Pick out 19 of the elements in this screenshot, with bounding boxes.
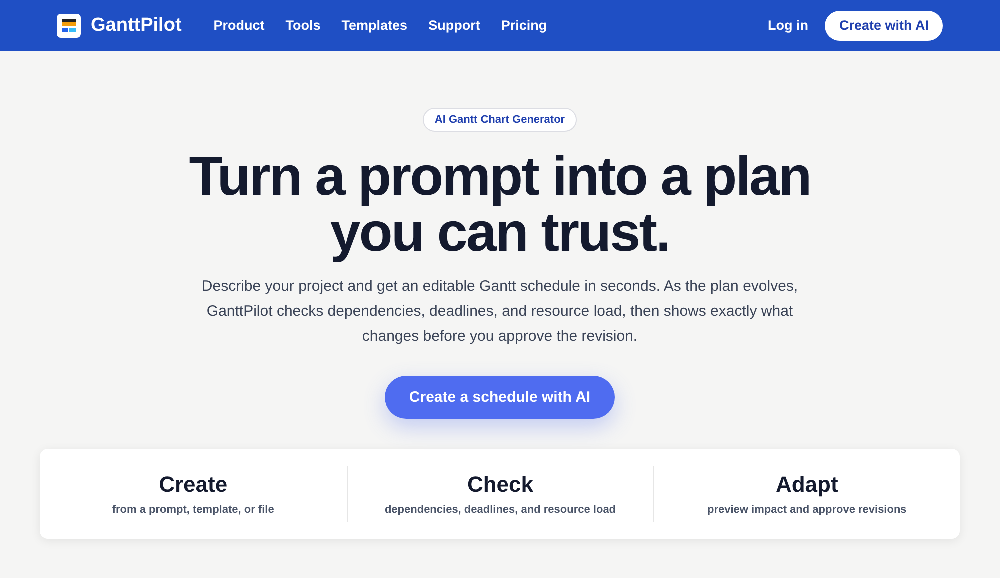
feature-subtitle: dependencies, deadlines, and resource load <box>384 504 616 516</box>
feature-subtitle: preview impact and approve revisions <box>708 504 907 516</box>
hero-description: Describe your project and get an editable Gantt schedule in seconds. As the plan evolves, GanttPilot checks dependencies, deadlines, and resource load, then shows exactly what changes before you approve the revision. <box>200 277 800 347</box>
nav-link[interactable]: Pricing <box>501 18 548 33</box>
login-link[interactable]: Log in <box>768 18 808 33</box>
nav-link[interactable]: Templates <box>342 18 408 33</box>
nav-link[interactable]: Tools <box>286 18 321 33</box>
nav-link[interactable]: Support <box>428 18 480 33</box>
create-button[interactable]: Create with AI <box>825 10 943 40</box>
hero-title: Turn a prompt into a plan you can trust. <box>188 148 812 260</box>
logo-icon <box>57 14 81 38</box>
feature-subtitle: from a prompt, template, or file <box>112 504 274 516</box>
feature-title: Check <box>467 472 534 498</box>
hero-badge: AI Gantt Chart Generator <box>422 108 578 132</box>
feature-title: Adapt <box>776 472 838 498</box>
feature-title: Create <box>159 472 228 498</box>
brand-name[interactable]: GanttPilot <box>91 14 182 36</box>
nav-link[interactable]: Product <box>214 18 265 33</box>
create-schedule-button[interactable]: Create a schedule with AI <box>385 376 615 419</box>
